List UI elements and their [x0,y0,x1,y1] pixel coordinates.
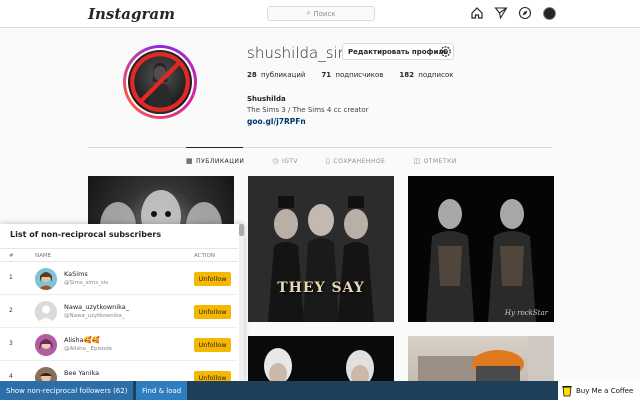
row-number: 1 [9,274,13,281]
tab-posts-label: ПУБЛИКАЦИИ [196,157,245,165]
post-tile[interactable]: Hy rockStar [408,176,554,322]
row-handle: @Sims_sims_sis [64,280,109,286]
tag-icon: ◫ [413,157,421,165]
profile-photo [128,50,192,114]
buy-me-coffee-label: Buy Me a Coffee [576,386,634,395]
followers-stat[interactable]: 71 подписчиков [321,71,383,79]
following-label: подписок [418,71,454,79]
followers-count: 71 [321,71,332,79]
panel-table-header: # NAME ACTION [0,248,238,262]
show-non-reciprocal-button[interactable]: Show non-reciprocal followers (62) [0,381,134,400]
gear-icon[interactable] [439,45,452,58]
tab-saved[interactable]: ▯ СОХРАНЕННОЕ [326,157,385,165]
unfollow-button[interactable]: Unfollow [194,272,231,286]
igtv-icon: ◷ [272,157,280,165]
post-image [248,176,394,322]
search-placeholder: Поиск [313,9,336,18]
profile-tabs: ▦ ПУБЛИКАЦИИ ◷ IGTV ▯ СОХРАНЕННОЕ ◫ ОТМЕТКИ [186,157,457,165]
top-nav: Instagram ⌕ Поиск [0,0,640,28]
unfollow-button[interactable]: Unfollow [194,338,231,352]
nav-icons [470,6,556,20]
followers-label: подписчиков [335,71,384,79]
panel-scrollbar[interactable] [239,224,244,381]
row-number: 3 [9,340,13,347]
find-load-button[interactable]: Find & load [136,381,188,400]
post-caption-text: THEY SAY [277,280,365,296]
coffee-cup-icon [562,385,572,396]
avatar [542,6,556,20]
column-action: ACTION [194,253,215,259]
unfollow-button[interactable]: Unfollow [194,371,231,381]
tab-saved-label: СОХРАНЕННОЕ [333,157,386,165]
table-row: 3 Alisha🥰🥰 @Alisha_ Episode Unfollow [0,328,238,361]
tab-tagged[interactable]: ◫ ОТМЕТКИ [413,157,456,165]
tab-igtv[interactable]: ◷ IGTV [272,157,298,165]
scrollbar-thumb[interactable] [239,224,244,236]
row-handle: @Alisha_ Episode [64,346,113,352]
instagram-logo[interactable]: Instagram [88,5,175,23]
avatar [35,268,57,290]
profile-stats: 28 публикаций 71 подписчиков 182 подписо… [247,71,453,79]
post-tile[interactable]: THEY SAY [248,176,394,322]
posts-stat: 28 публикаций [247,71,305,79]
avatar [35,334,57,356]
extension-bottom-bar: Show non-reciprocal followers (62) Find … [0,381,640,400]
following-stat[interactable]: 182 подписок [399,71,453,79]
bookmark-icon: ▯ [326,157,331,165]
search-icon: ⌕ [306,9,311,17]
table-row: 4 Bee Yanika Unfollow [0,361,238,381]
row-number: 4 [9,373,13,380]
row-username[interactable]: Bee Yanika [64,369,99,377]
buy-me-coffee-button[interactable]: Buy Me a Coffee [558,381,640,400]
no-sign-icon [130,52,190,114]
tab-posts[interactable]: ▦ ПУБЛИКАЦИИ [186,157,244,165]
nav-avatar[interactable] [542,6,556,20]
tab-tagged-label: ОТМЕТКИ [423,157,457,165]
row-number: 2 [9,307,13,314]
avatar [35,301,57,323]
post-image [426,199,536,322]
post-watermark: Hy rockStar [504,309,548,317]
tab-igtv-label: IGTV [282,157,299,165]
tabs-divider [88,147,552,148]
row-handle: @Nawa_uzytkownika_ [64,313,125,319]
profile-full-name: Shushilda [247,95,286,103]
table-row: 2 Nawa_uzytkownika_ @Nawa_uzytkownika_ U… [0,295,238,328]
row-username[interactable]: KaSims [64,270,88,278]
following-count: 182 [399,71,415,79]
unfollow-button[interactable]: Unfollow [194,305,231,319]
profile-bio: The Sims 3 / The Sims 4 cc creator [247,106,369,114]
edit-profile-button[interactable]: Редактировать профиль [342,43,454,60]
profile-link[interactable]: goo.gl/j7RPFn [247,117,306,126]
column-num: # [9,253,14,259]
row-username[interactable]: Nawa_uzytkownika_ [64,303,129,311]
column-name: NAME [35,253,52,259]
posts-label: публикаций [260,71,306,79]
posts-count: 28 [247,71,257,79]
explore-icon[interactable] [518,6,532,20]
row-username[interactable]: Alisha🥰🥰 [64,336,100,344]
avatar [35,367,57,381]
grid-icon: ▦ [186,157,194,165]
profile-picture[interactable] [123,45,197,119]
active-tab-indicator [186,147,243,148]
panel-title: List of non-reciprocal subscribers [10,230,162,239]
direct-icon[interactable] [494,6,508,20]
table-row: 1 KaSims @Sims_sims_sis Unfollow [0,262,238,295]
home-icon[interactable] [470,6,484,20]
search-input[interactable]: ⌕ Поиск [267,6,375,21]
non-reciprocal-panel: List of non-reciprocal subscribers # NAM… [0,224,244,381]
